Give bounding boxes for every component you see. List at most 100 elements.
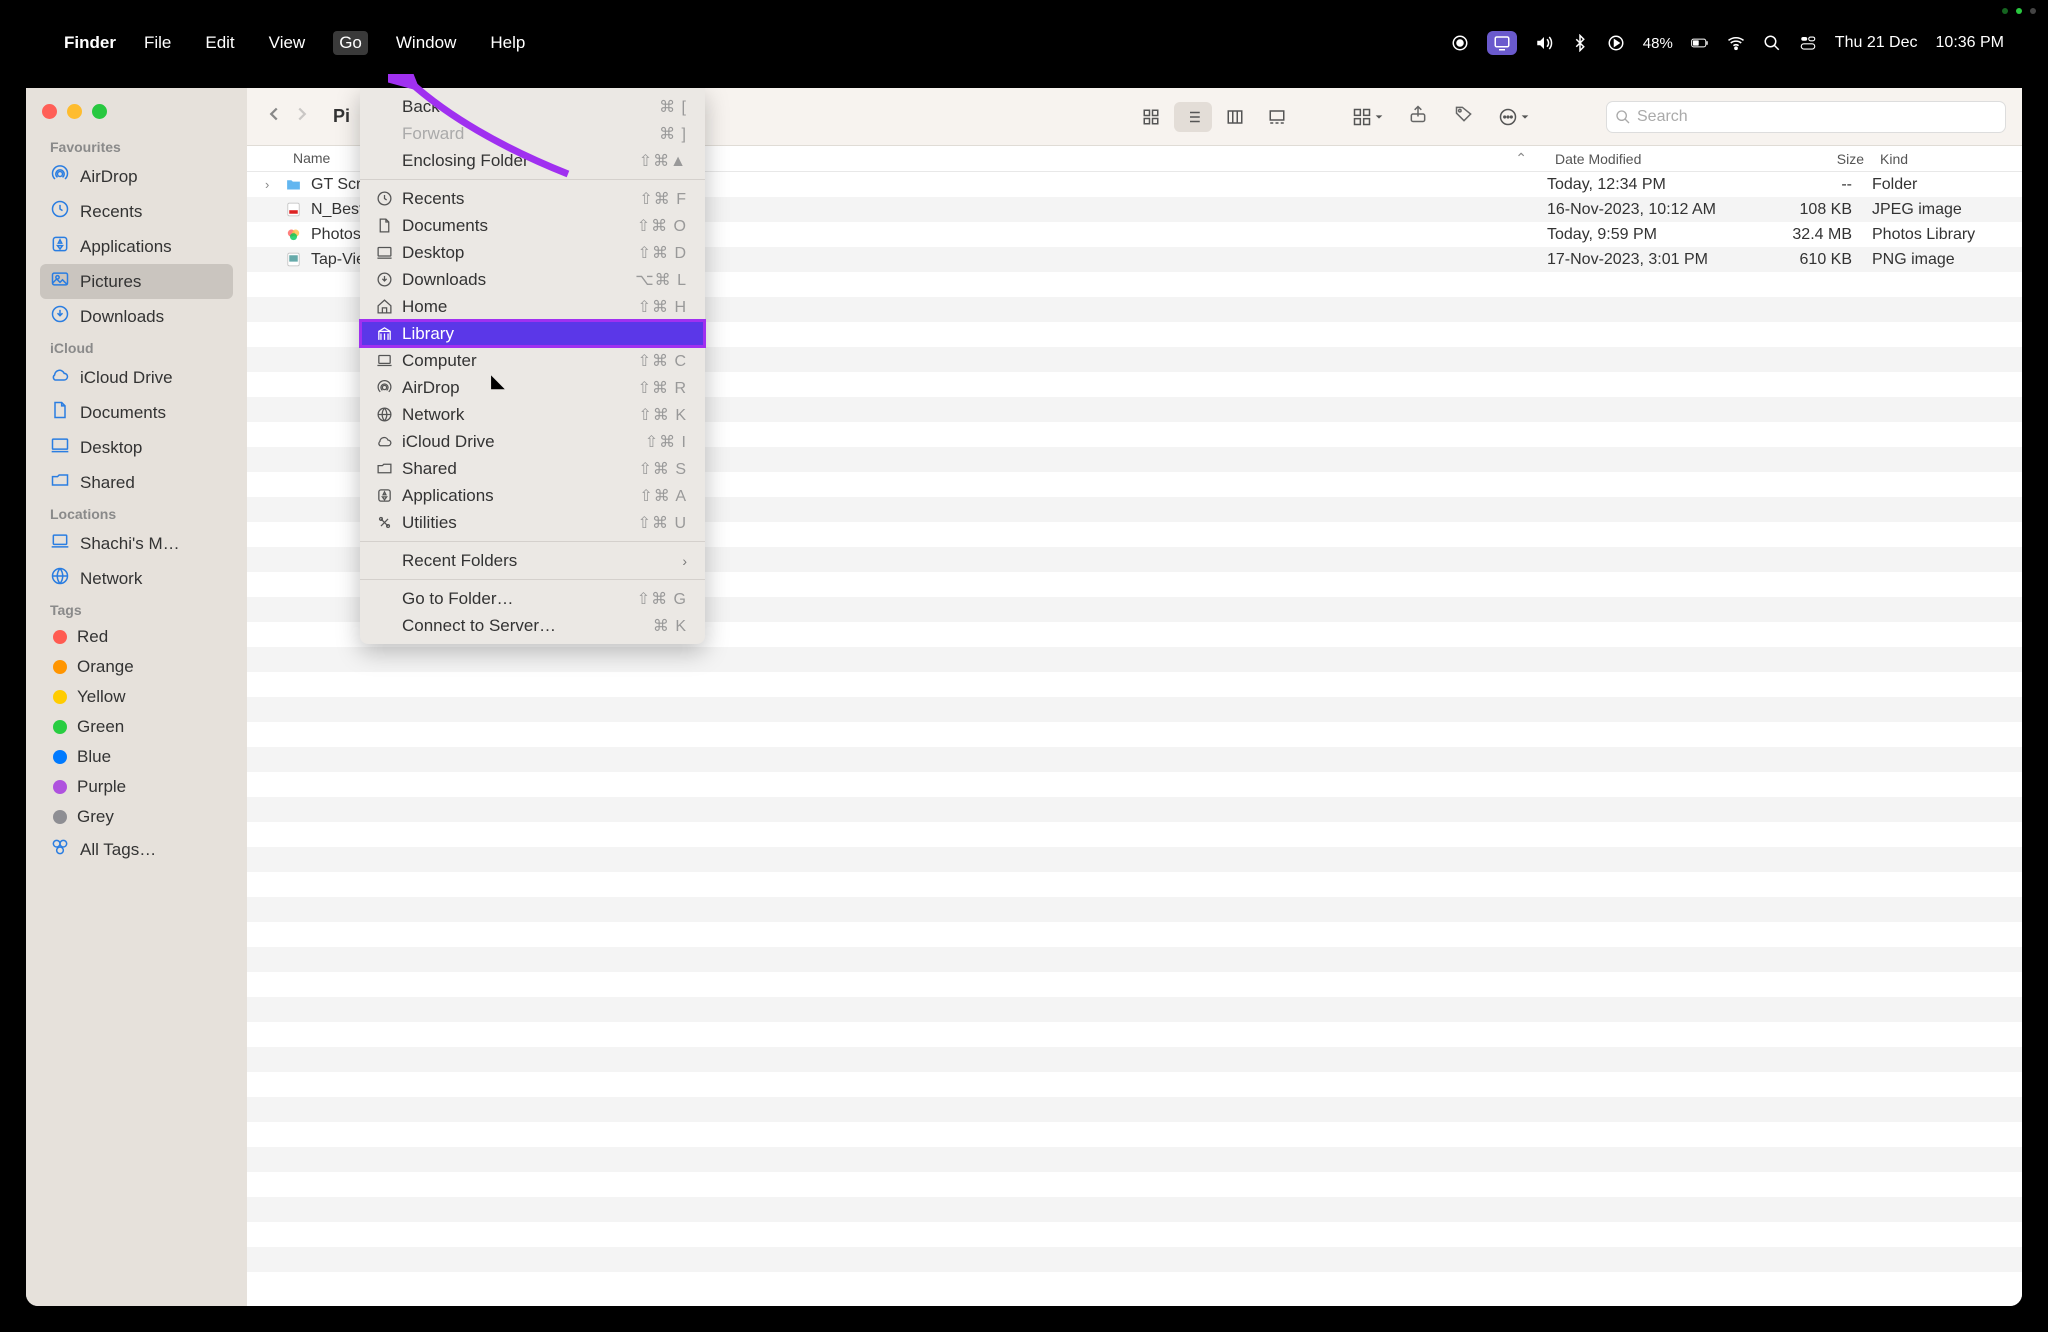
finder-window: FavouritesAirDropRecentsApplicationsPict… bbox=[26, 88, 2022, 1306]
disclosure-icon[interactable]: › bbox=[265, 177, 279, 192]
volume-icon[interactable] bbox=[1535, 34, 1553, 52]
sidebar-item-label: Documents bbox=[80, 403, 166, 423]
go-menu-downloads[interactable]: Downloads⌥⌘ L bbox=[360, 266, 705, 293]
go-menu-documents[interactable]: Documents⇧⌘ O bbox=[360, 212, 705, 239]
view-switcher[interactable] bbox=[1132, 102, 1296, 132]
sidebar-item-label: Green bbox=[77, 717, 124, 737]
sidebar-item-shachi-s-m-[interactable]: Shachi's M… bbox=[40, 526, 233, 561]
go-menu-airdrop[interactable]: AirDrop⇧⌘ R bbox=[360, 374, 705, 401]
sidebar-item-documents[interactable]: Documents bbox=[40, 395, 233, 430]
go-menu-utilities[interactable]: Utilities⇧⌘ U bbox=[360, 509, 705, 536]
menu-shortcut: ⇧⌘ K bbox=[638, 405, 687, 425]
go-menu-recents[interactable]: Recents⇧⌘ F bbox=[360, 185, 705, 212]
go-menu-desktop[interactable]: Desktop⇧⌘ D bbox=[360, 239, 705, 266]
tag-dot-icon bbox=[53, 720, 67, 734]
menu-view[interactable]: View bbox=[263, 31, 312, 55]
path-title: Pi bbox=[333, 106, 350, 127]
sidebar-item-label: Grey bbox=[77, 807, 114, 827]
sidebar-item-network[interactable]: Network bbox=[40, 561, 233, 596]
app-name[interactable]: Finder bbox=[64, 33, 116, 53]
menu-item-label: AirDrop bbox=[402, 378, 638, 398]
go-menu-shared[interactable]: Shared⇧⌘ S bbox=[360, 455, 705, 482]
gallery-view-button[interactable] bbox=[1258, 102, 1296, 132]
close-button[interactable] bbox=[42, 104, 57, 119]
sidebar-item-purple[interactable]: Purple bbox=[40, 772, 233, 802]
list-view-button[interactable] bbox=[1174, 102, 1212, 132]
forward-button[interactable] bbox=[291, 103, 313, 130]
sidebar-item-all-tags-[interactable]: All Tags… bbox=[40, 832, 233, 867]
menu-file[interactable]: File bbox=[138, 31, 177, 55]
sidebar-item-yellow[interactable]: Yellow bbox=[40, 682, 233, 712]
sidebar-item-green[interactable]: Green bbox=[40, 712, 233, 742]
battery-percent[interactable]: 48% bbox=[1643, 35, 1673, 52]
actions-button[interactable] bbox=[1492, 107, 1536, 127]
now-playing-icon[interactable] bbox=[1607, 34, 1625, 52]
menu-item-label: Forward bbox=[402, 124, 659, 144]
network-icon bbox=[376, 406, 402, 423]
go-menu-recent-folders[interactable]: Recent Folders› bbox=[360, 547, 705, 574]
menu-window[interactable]: Window bbox=[390, 31, 462, 55]
menu-edit[interactable]: Edit bbox=[199, 31, 240, 55]
go-menu-applications[interactable]: Applications⇧⌘ A bbox=[360, 482, 705, 509]
sidebar-item-orange[interactable]: Orange bbox=[40, 652, 233, 682]
menu-shortcut: ⇧⌘ S bbox=[638, 459, 687, 479]
back-button[interactable] bbox=[263, 103, 285, 130]
spotlight-icon[interactable] bbox=[1763, 34, 1781, 52]
go-menu-back[interactable]: Back⌘ [ bbox=[360, 93, 705, 120]
zoom-button[interactable] bbox=[92, 104, 107, 119]
sidebar-item-label: AirDrop bbox=[80, 167, 138, 187]
sidebar-item-red[interactable]: Red bbox=[40, 622, 233, 652]
sidebar-item-desktop[interactable]: Desktop bbox=[40, 430, 233, 465]
col-size[interactable]: Size bbox=[1762, 151, 1872, 167]
group-by-button[interactable] bbox=[1346, 107, 1390, 127]
col-date[interactable]: Date Modified bbox=[1547, 151, 1762, 167]
tags-button[interactable] bbox=[1446, 104, 1482, 129]
go-menu-connect-to-server-[interactable]: Connect to Server…⌘ K bbox=[360, 612, 705, 639]
menu-help[interactable]: Help bbox=[484, 31, 531, 55]
bluetooth-icon[interactable] bbox=[1571, 34, 1589, 52]
search-field[interactable]: Search bbox=[1606, 101, 2006, 133]
control-center-icon[interactable] bbox=[1799, 34, 1817, 52]
go-menu-enclosing-folder[interactable]: Enclosing Folder⇧⌘▲ bbox=[360, 147, 705, 174]
sidebar-item-airdrop[interactable]: AirDrop bbox=[40, 159, 233, 194]
sidebar-section-header: iCloud bbox=[40, 334, 233, 360]
sidebar-item-label: Red bbox=[77, 627, 108, 647]
go-menu-network[interactable]: Network⇧⌘ K bbox=[360, 401, 705, 428]
go-menu-library[interactable]: Library bbox=[360, 320, 705, 347]
go-menu-go-to-folder-[interactable]: Go to Folder…⇧⌘ G bbox=[360, 585, 705, 612]
sidebar-item-icloud-drive[interactable]: iCloud Drive bbox=[40, 360, 233, 395]
wifi-icon[interactable] bbox=[1727, 34, 1745, 52]
sidebar-item-pictures[interactable]: Pictures bbox=[40, 264, 233, 299]
sidebar-item-shared[interactable]: Shared bbox=[40, 465, 233, 500]
menubar[interactable]: Finder File Edit View Go Window Help 48%… bbox=[26, 26, 2022, 60]
screen-mirroring-icon[interactable] bbox=[1487, 31, 1517, 55]
menu-shortcut: ⇧⌘ D bbox=[638, 243, 687, 263]
sidebar-item-downloads[interactable]: Downloads bbox=[40, 299, 233, 334]
column-view-button[interactable] bbox=[1216, 102, 1254, 132]
menu-shortcut: ⇧⌘▲ bbox=[639, 151, 687, 171]
menubar-date[interactable]: Thu 21 Dec bbox=[1835, 34, 1918, 52]
minimize-button[interactable] bbox=[67, 104, 82, 119]
sidebar-section-header: Tags bbox=[40, 596, 233, 622]
sidebar-item-grey[interactable]: Grey bbox=[40, 802, 233, 832]
icon-view-button[interactable] bbox=[1132, 102, 1170, 132]
go-menu-computer[interactable]: Computer⇧⌘ C bbox=[360, 347, 705, 374]
empty-row bbox=[247, 647, 2022, 672]
menu-shortcut: ⌥⌘ L bbox=[635, 270, 687, 290]
sidebar-item-recents[interactable]: Recents bbox=[40, 194, 233, 229]
col-kind[interactable]: Kind bbox=[1872, 151, 2022, 167]
go-menu-home[interactable]: Home⇧⌘ H bbox=[360, 293, 705, 320]
sidebar-item-blue[interactable]: Blue bbox=[40, 742, 233, 772]
screen-record-icon[interactable] bbox=[1451, 34, 1469, 52]
go-menu[interactable]: Back⌘ [Forward⌘ ]Enclosing Folder⇧⌘▲Rece… bbox=[360, 88, 705, 644]
go-menu-icloud-drive[interactable]: iCloud Drive⇧⌘ I bbox=[360, 428, 705, 455]
share-button[interactable] bbox=[1400, 104, 1436, 129]
file-size: -- bbox=[1762, 176, 1872, 194]
window-controls[interactable] bbox=[26, 98, 247, 133]
sidebar-item-applications[interactable]: Applications bbox=[40, 229, 233, 264]
menu-go[interactable]: Go bbox=[333, 31, 368, 55]
battery-icon[interactable] bbox=[1691, 34, 1709, 52]
empty-row bbox=[247, 697, 2022, 722]
menubar-time[interactable]: 10:36 PM bbox=[1936, 34, 2004, 52]
empty-row bbox=[247, 1147, 2022, 1172]
